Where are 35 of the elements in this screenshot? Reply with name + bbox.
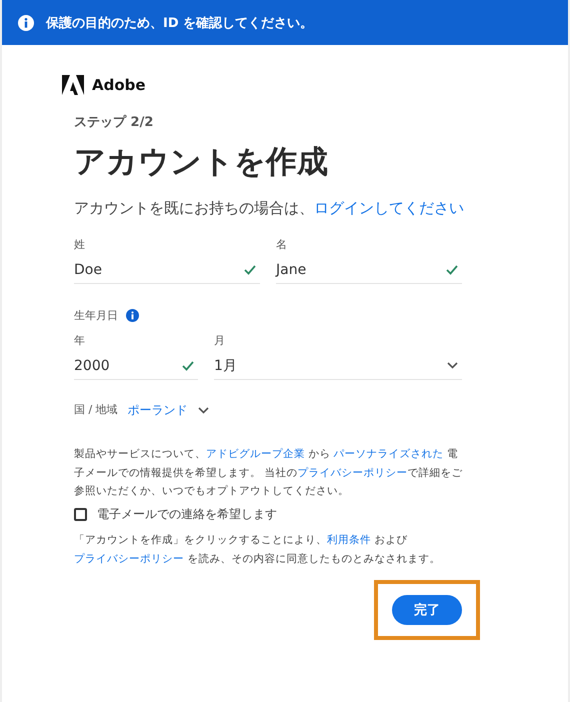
field-label: 名 bbox=[276, 237, 287, 252]
input-field[interactable]: Doe bbox=[74, 256, 260, 284]
checkmark-icon bbox=[244, 264, 256, 275]
country-select[interactable]: ポーランド bbox=[128, 402, 209, 420]
text-link[interactable]: ログインしてください bbox=[314, 199, 464, 217]
text-link[interactable]: プライバシーポリシー bbox=[297, 466, 408, 479]
page-title: アカウントを作成 bbox=[74, 143, 328, 182]
intro-text: アカウントを既にお持ちの場合は、ログインしてください bbox=[74, 198, 465, 219]
step-indicator: ステップ 2/2 bbox=[74, 114, 154, 131]
section-label: 生年月日 bbox=[74, 308, 118, 324]
info-icon bbox=[126, 309, 139, 322]
field-label: 年 bbox=[74, 333, 85, 348]
logo-icon bbox=[62, 75, 84, 95]
brand-name: Adobe bbox=[92, 76, 146, 94]
select-field[interactable]: 1月 bbox=[214, 352, 462, 380]
text-link[interactable]: アドビグループ企業 bbox=[206, 448, 305, 460]
checkmark-icon bbox=[182, 360, 194, 371]
input-field[interactable]: 2000 bbox=[74, 352, 198, 380]
field-label: 月 bbox=[214, 333, 225, 348]
checkbox[interactable] bbox=[74, 508, 87, 522]
submit-button[interactable]: 完了 bbox=[392, 595, 462, 626]
text-link[interactable]: パーソナライズされた bbox=[334, 448, 444, 460]
info-icon bbox=[18, 14, 34, 30]
text-link[interactable]: 利用条件 bbox=[327, 534, 371, 546]
input-field[interactable]: Jane bbox=[276, 256, 462, 284]
chevron-down-icon bbox=[198, 407, 209, 414]
checkmark-icon bbox=[446, 264, 458, 275]
terms-text: 「アカウントを作成」をクリックすることにより、利用条件 および プライバシーポリシー を読み、その内容に同意したものとみなされます。 bbox=[74, 533, 442, 567]
field-label: 姓 bbox=[74, 237, 85, 252]
marketing-text: 製品やサービスについて、アドビグループ企業 から パーソナライズされた 電子メールでの情報提供を希望します。 当社のプライバシーポリシーで詳細をご参照いただくか、いつでもオプトアウトしてください。 bbox=[74, 447, 464, 499]
field-label: 国 / 地域 bbox=[74, 402, 118, 418]
banner-text: 保護の目的のため、ID を確認してください。 bbox=[46, 14, 314, 32]
chevron-down-icon bbox=[447, 362, 458, 370]
text-link[interactable]: プライバシーポリシー bbox=[74, 552, 184, 565]
checkbox-label: 電子メールでの連絡を希望します bbox=[97, 506, 277, 524]
